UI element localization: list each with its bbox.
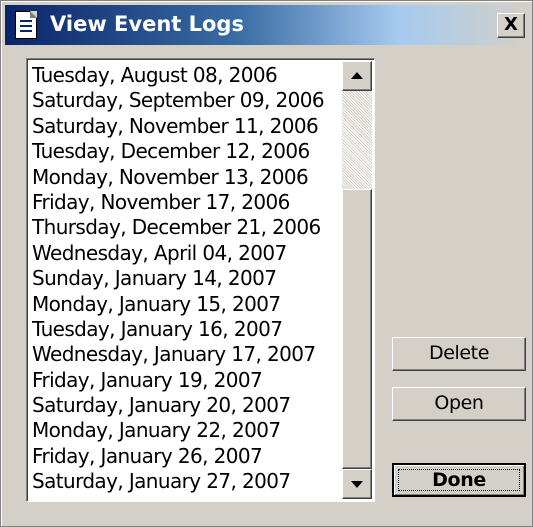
list-item[interactable]: Tuesday, January 16, 2007: [32, 317, 324, 342]
list-item[interactable]: Thursday, December 21, 2006: [32, 215, 324, 240]
done-button-label: Done: [398, 469, 520, 491]
list-item[interactable]: Sunday, January 14, 2007: [32, 266, 324, 291]
list-item[interactable]: Saturday, January 27, 2007: [32, 469, 324, 494]
done-button[interactable]: Done: [392, 463, 526, 497]
delete-button[interactable]: Delete: [392, 337, 526, 371]
scroll-up-button[interactable]: [342, 61, 372, 91]
view-event-logs-dialog: View Event Logs X Tuesday, August 08, 20…: [0, 0, 533, 527]
list-item[interactable]: Monday, January 15, 2007: [32, 292, 324, 317]
list-item[interactable]: Tuesday, August 08, 2006: [32, 63, 324, 88]
close-button[interactable]: X: [497, 13, 525, 38]
list-item[interactable]: Saturday, January 20, 2007: [32, 393, 324, 418]
vertical-scrollbar[interactable]: [342, 61, 372, 499]
event-log-listbox[interactable]: Tuesday, August 08, 2006 Saturday, Septem…: [26, 58, 375, 502]
list-item[interactable]: Monday, January 22, 2007: [32, 418, 324, 443]
document-icon: [15, 11, 37, 39]
arrow-down-icon: [351, 481, 363, 488]
list-item[interactable]: Wednesday, January 17, 2007: [32, 342, 324, 367]
open-button[interactable]: Open: [392, 387, 526, 421]
event-log-list[interactable]: Tuesday, August 08, 2006 Saturday, Septem…: [32, 63, 325, 495]
list-item[interactable]: Wednesday, April 04, 2007: [32, 241, 324, 266]
list-item[interactable]: Friday, November 17, 2006: [32, 190, 324, 215]
list-item[interactable]: Tuesday, December 12, 2006: [32, 139, 324, 164]
window-title: View Event Logs: [50, 12, 244, 36]
list-item[interactable]: Saturday, September 09, 2006: [32, 88, 325, 113]
list-item[interactable]: Monday, November 13, 2006: [32, 165, 324, 190]
list-item[interactable]: Friday, January 19, 2007: [32, 368, 324, 393]
arrow-up-icon: [351, 72, 363, 79]
title-bar[interactable]: View Event Logs X: [5, 5, 529, 45]
list-item[interactable]: Friday, January 26, 2007: [32, 444, 324, 469]
list-item[interactable]: Saturday, November 11, 2006: [32, 114, 324, 139]
scrollbar-thumb[interactable]: [342, 189, 372, 469]
scroll-down-button[interactable]: [342, 469, 372, 499]
